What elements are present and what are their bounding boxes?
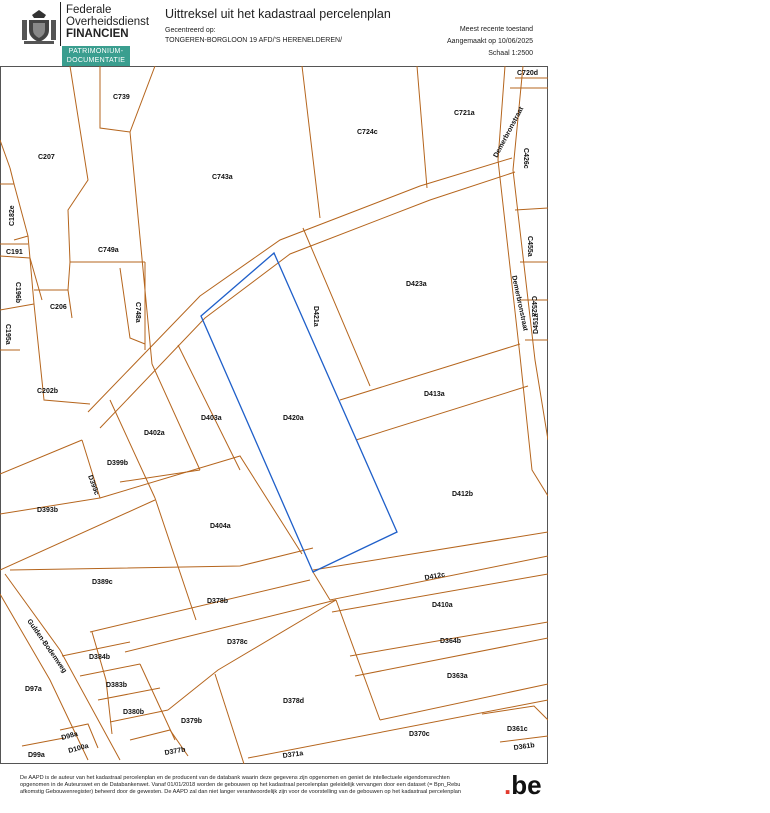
parcel-label[interactable]: D361c: [507, 726, 528, 733]
parcel-label[interactable]: D379b: [181, 718, 202, 725]
parcel-label[interactable]: D420a: [283, 415, 304, 422]
parcel-label[interactable]: C743a: [212, 174, 233, 181]
map-background: [0, 66, 548, 764]
parcel-label[interactable]: D370c: [409, 731, 430, 738]
parcel-label[interactable]: C202b: [37, 388, 58, 395]
parcel-label[interactable]: D363a: [447, 673, 468, 680]
scale-text: Schaal 1:2500: [488, 50, 533, 57]
created-date: Aangemaakt op 10/06/2025: [446, 38, 533, 45]
parcel-label[interactable]: D393b: [37, 507, 58, 514]
parcel-label[interactable]: D383b: [106, 682, 127, 689]
parcel-label[interactable]: C191: [6, 249, 23, 256]
parcel-label[interactable]: D378d: [283, 698, 304, 705]
department-badge: PATRIMONIUM- DOCUMENTATIE: [62, 46, 130, 66]
agency-line-3: FINANCIEN: [66, 28, 129, 40]
parcel-label[interactable]: C182e: [9, 205, 16, 226]
parcel-label[interactable]: C195a: [4, 324, 11, 345]
parcel-label[interactable]: C721a: [454, 110, 475, 117]
header-divider: [60, 2, 61, 46]
department-line-2: DOCUMENTATIE: [66, 57, 126, 64]
disclaimer-text: De AAPD is de auteur van het kadastraal …: [20, 775, 461, 795]
belgian-coat-of-arms-icon: [18, 6, 60, 46]
parcel-label[interactable]: D97a: [25, 686, 42, 693]
parcel-label[interactable]: C749a: [98, 247, 119, 254]
parcel-label[interactable]: D410a: [432, 602, 453, 609]
parcel-label[interactable]: D364b: [440, 638, 461, 645]
be-logo: .be: [504, 770, 542, 801]
parcel-label[interactable]: D384b: [89, 654, 110, 661]
recency-text: Meest recente toestand: [459, 26, 533, 33]
parcel-label[interactable]: D389c: [92, 579, 113, 586]
parcel-label[interactable]: D413a: [424, 391, 445, 398]
parcel-label[interactable]: C739: [113, 94, 130, 101]
parcel-label[interactable]: D451a: [533, 313, 540, 334]
parcel-label[interactable]: D404a: [210, 523, 231, 530]
agency-name: Federale Overheidsdienst FINANCIEN: [66, 4, 149, 40]
parcel-label[interactable]: D399b: [107, 460, 128, 467]
parcel-label[interactable]: C426c: [522, 148, 529, 169]
agency-line-2: Overheidsdienst: [66, 16, 150, 28]
parcel-label[interactable]: D378c: [227, 639, 248, 646]
parcel-label[interactable]: C455a: [526, 236, 533, 257]
parcel-label[interactable]: C196b: [14, 282, 21, 303]
parcel-label[interactable]: D380b: [123, 709, 144, 716]
header: Federale Overheidsdienst FINANCIEN PATRI…: [0, 0, 770, 66]
parcel-label[interactable]: C720d: [517, 70, 538, 77]
parcel-label[interactable]: C207: [38, 154, 55, 161]
parcel-label[interactable]: C724c: [357, 129, 378, 136]
be-logo-text: be: [511, 770, 542, 800]
centered-value: TONGEREN-BORGLOON 19 AFD/'S HERENELDEREN…: [165, 37, 343, 44]
parcel-label[interactable]: D423a: [406, 281, 427, 288]
map-canvas: C720d C739 C724c C721a C207 C743a C426c …: [0, 66, 548, 764]
parcel-label[interactable]: D403a: [201, 415, 222, 422]
page-title: Uittreksel uit het kadastraal percelenpl…: [165, 7, 391, 21]
map-meta: Meest recente toestand Aangemaakt op 10/…: [447, 24, 533, 60]
parcel-label[interactable]: C206: [50, 304, 67, 311]
centered-label: Gecentreerd op:: [165, 27, 216, 34]
parcel-label[interactable]: C748a: [134, 302, 141, 323]
parcel-label[interactable]: D99a: [28, 752, 45, 759]
agency-line-1: Federale: [66, 4, 112, 16]
parcel-label[interactable]: D412b: [452, 491, 473, 498]
parcel-label[interactable]: D378b: [207, 598, 228, 605]
parcel-label[interactable]: D421a: [312, 306, 319, 327]
department-line-1: PATRIMONIUM-: [68, 48, 124, 55]
parcel-label[interactable]: D402a: [144, 430, 165, 437]
cadastral-map[interactable]: C720d C739 C724c C721a C207 C743a C426c …: [0, 66, 548, 764]
